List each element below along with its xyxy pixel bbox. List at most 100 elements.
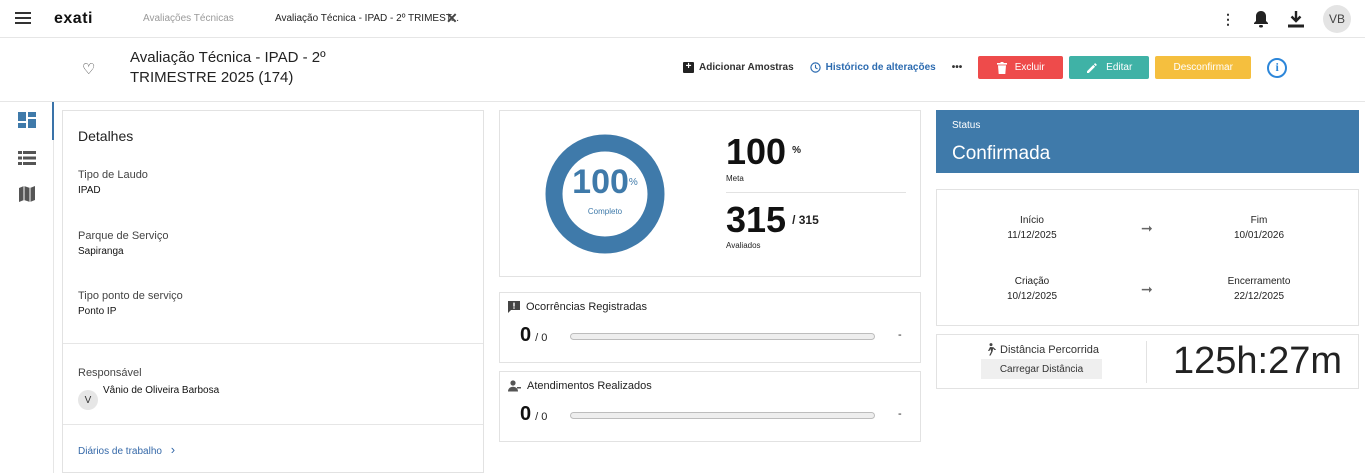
start-date: 11/12/2025	[1007, 230, 1057, 241]
status-label: Status	[952, 120, 981, 131]
walking-person-icon	[988, 343, 996, 356]
plus-square-icon: +	[683, 62, 694, 73]
occurrences-value: 0	[520, 324, 532, 346]
services-dash: -	[898, 408, 902, 420]
divider	[63, 343, 483, 344]
map-icon[interactable]	[18, 186, 36, 202]
add-samples-label: Adicionar Amostras	[699, 62, 794, 73]
details-panel: Detalhes Tipo de Laudo IPAD Parque de Se…	[62, 110, 484, 473]
edit-label: Editar	[1106, 62, 1133, 73]
close-tab-icon[interactable]: ✕	[446, 10, 458, 27]
work-diaries-link[interactable]: Diários de trabalho ›	[78, 442, 175, 457]
side-nav	[0, 102, 54, 473]
occurrences-count: 0/ 0	[520, 324, 547, 347]
clock-icon	[809, 62, 821, 73]
distance-label: Distância Percorrida	[1000, 343, 1100, 356]
divider	[63, 424, 483, 425]
edit-button[interactable]: Editar	[1069, 56, 1150, 79]
services-total: / 0	[535, 411, 548, 423]
occurrences-total: / 0	[535, 332, 548, 344]
responsible-avatar: V	[78, 390, 98, 410]
delete-button[interactable]: Excluir	[978, 56, 1064, 79]
delete-label: Excluir	[1014, 62, 1045, 73]
elapsed-time: 125h:27m	[1173, 340, 1343, 382]
divider	[726, 192, 906, 193]
closing-label: Encerramento	[1227, 276, 1291, 287]
chevron-right-icon: ›	[170, 442, 176, 457]
info-icon[interactable]: i	[1267, 57, 1288, 78]
progress-panel: 100% Completo 100% Meta 315 / 315 Avaliad…	[499, 110, 921, 277]
person-wrench-icon	[508, 380, 521, 392]
end-date-block: Fim 10/01/2026	[1199, 213, 1319, 243]
start-date-block: Início 11/12/2025	[972, 213, 1092, 243]
start-label: Início	[1020, 215, 1044, 226]
history-link[interactable]: Histórico de alterações	[809, 62, 936, 73]
meta-value: 100	[726, 131, 787, 172]
distance-panel: Distância Percorrida Carregar Distância …	[936, 334, 1359, 389]
pencil-icon	[1087, 62, 1097, 73]
evaluated-value: 315	[726, 199, 787, 240]
user-avatar[interactable]: VB	[1323, 5, 1351, 33]
end-label: Fim	[1250, 215, 1268, 226]
laudo-type-value: IPAD	[78, 185, 101, 196]
evaluated-label: Avaliados	[726, 241, 761, 250]
arrow-right-icon: ➞	[1141, 281, 1153, 297]
occurrences-title-row: Ocorrências Registradas	[508, 301, 647, 313]
service-park-label: Parque de Serviço	[78, 230, 169, 242]
end-date: 10/01/2026	[1233, 230, 1285, 241]
history-label: Histórico de alterações	[825, 62, 936, 73]
services-title: Atendimentos Realizados	[527, 380, 652, 392]
closing-date: 22/12/2025	[1233, 291, 1285, 302]
page-header: ♡ Avaliação Técnica - IPAD - 2º TRIMESTR…	[0, 38, 1365, 102]
evaluated-total: / 315	[792, 213, 819, 227]
app-logo: exati	[54, 10, 93, 27]
favorite-heart-icon[interactable]: ♡	[82, 60, 95, 78]
services-title-row: Atendimentos Realizados	[508, 380, 652, 392]
top-bar: exati Avaliações Técnicas Avaliação Técn…	[0, 0, 1365, 38]
meta-block: 100%	[726, 131, 801, 173]
distance-title-row: Distância Percorrida	[985, 343, 1099, 356]
hamburger-menu-icon[interactable]	[15, 12, 31, 26]
created-label: Criação	[1014, 276, 1050, 287]
created-date-block: Criação 10/12/2025	[972, 274, 1092, 304]
completion-percent: 100	[572, 163, 629, 201]
more-vertical-icon[interactable]: ⋮	[1221, 11, 1235, 28]
closing-date-block: Encerramento 22/12/2025	[1199, 274, 1319, 304]
created-date: 10/12/2025	[1006, 291, 1058, 302]
occurrences-dash: -	[898, 329, 902, 341]
responsible-label: Responsável	[78, 367, 142, 379]
alert-message-icon	[508, 301, 520, 313]
service-park-value: Sapiranga	[78, 246, 124, 257]
evaluated-block: 315 / 315	[726, 199, 819, 241]
work-diaries-label: Diários de trabalho	[78, 446, 162, 457]
status-value: Confirmada	[952, 143, 1051, 164]
service-point-type-value: Ponto IP	[78, 306, 117, 317]
donut-center: 100%	[545, 163, 665, 202]
header-actions: + Adicionar Amostras Histórico de altera…	[683, 56, 1288, 79]
services-value: 0	[520, 403, 532, 425]
top-right-tools: ⋮ VB	[1221, 5, 1351, 33]
responsible-name: Vânio de Oliveira Barbosa	[103, 385, 220, 396]
tab-avaliacao-atual[interactable]: Avaliação Técnica - IPAD - 2º TRIMEST...	[275, 13, 459, 24]
download-icon[interactable]	[1287, 10, 1305, 28]
status-card: Status Confirmada	[936, 110, 1359, 173]
completion-label: Completo	[587, 207, 623, 216]
load-distance-button[interactable]: Carregar Distância	[981, 359, 1102, 379]
occurrences-progress-bar	[570, 333, 875, 340]
dashboard-icon[interactable]	[18, 112, 36, 128]
add-samples-button[interactable]: + Adicionar Amostras	[683, 62, 794, 73]
details-heading: Detalhes	[78, 128, 134, 144]
more-actions-button[interactable]: •••	[952, 62, 963, 73]
occurrences-panel: Ocorrências Registradas 0/ 0 -	[499, 292, 921, 363]
unconfirm-button[interactable]: Desconfirmar	[1155, 56, 1252, 79]
service-point-type-label: Tipo ponto de serviço	[78, 290, 183, 302]
list-icon[interactable]	[18, 150, 36, 166]
tab-avaliacoes-tecnicas[interactable]: Avaliações Técnicas	[143, 13, 234, 24]
bell-icon[interactable]	[1253, 10, 1269, 28]
completion-percent-sign: %	[628, 177, 638, 188]
trash-icon	[996, 61, 1007, 74]
dates-panel: Início 11/12/2025 ➞ Fim 10/01/2026 Criaç…	[936, 189, 1359, 326]
nav-active-indicator	[52, 102, 54, 140]
occurrences-title: Ocorrências Registradas	[526, 301, 648, 313]
services-panel: Atendimentos Realizados 0/ 0 -	[499, 371, 921, 442]
